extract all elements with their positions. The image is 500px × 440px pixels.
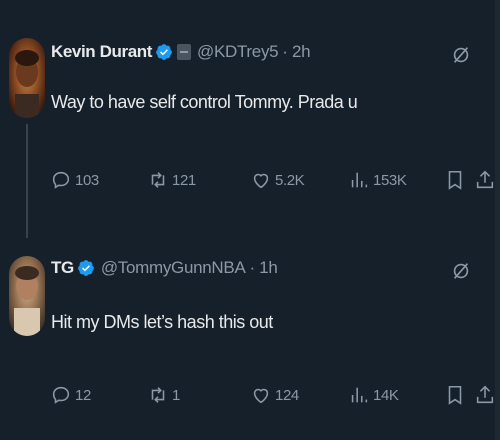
reply-icon bbox=[52, 171, 70, 189]
avatar[interactable] bbox=[9, 38, 45, 118]
like-button[interactable]: 5.2K bbox=[250, 165, 305, 195]
reply-button[interactable]: 103 bbox=[50, 165, 99, 195]
handle[interactable]: @TommyGunnNBA bbox=[101, 258, 246, 278]
like-button[interactable]: 124 bbox=[250, 380, 299, 410]
timestamp[interactable]: 2h bbox=[292, 42, 311, 62]
grok-icon[interactable] bbox=[450, 260, 472, 282]
grok-icon[interactable] bbox=[450, 44, 472, 66]
timeline: Kevin Durant @KDTrey5 · 2h Way to have s… bbox=[0, 0, 500, 440]
tweet-text: Hit my DMs let’s hash this out bbox=[51, 312, 273, 332]
reply-count: 103 bbox=[75, 171, 99, 189]
reply-count: 12 bbox=[75, 386, 91, 404]
bookmark-icon bbox=[448, 385, 462, 405]
reply-button[interactable]: 12 bbox=[50, 380, 91, 410]
share-button[interactable] bbox=[474, 380, 496, 410]
view-count: 153K bbox=[373, 171, 407, 189]
retweet-icon bbox=[151, 172, 165, 188]
retweet-button[interactable]: 1 bbox=[147, 380, 180, 410]
timestamp[interactable]: 1h bbox=[259, 258, 278, 278]
separator: · bbox=[282, 42, 288, 61]
like-count: 124 bbox=[275, 386, 299, 404]
tweet-tg[interactable]: TG @TommyGunnNBA · 1h Hit my DMs let’s h… bbox=[0, 238, 500, 440]
reply-icon bbox=[52, 386, 70, 404]
handle[interactable]: @KDTrey5 bbox=[197, 42, 279, 62]
display-name[interactable]: TG bbox=[51, 258, 74, 278]
views-button[interactable]: 153K bbox=[348, 165, 407, 195]
action-bar: 12 1 124 14K bbox=[50, 380, 496, 410]
heart-icon bbox=[253, 173, 269, 189]
separator: · bbox=[249, 258, 256, 277]
retweet-count: 121 bbox=[172, 171, 196, 189]
like-count: 5.2K bbox=[275, 171, 305, 189]
heart-icon bbox=[253, 388, 269, 404]
views-icon bbox=[351, 172, 368, 188]
action-bar: 103 121 5.2K 153K bbox=[50, 165, 496, 195]
verified-badge-icon bbox=[155, 43, 173, 61]
bookmark-button[interactable] bbox=[444, 380, 466, 410]
affiliate-badge-icon bbox=[177, 44, 191, 60]
tweet-header: Kevin Durant @KDTrey5 · 2h bbox=[51, 42, 311, 62]
tweet-header: TG @TommyGunnNBA · 1h bbox=[51, 258, 278, 278]
retweet-icon bbox=[151, 387, 165, 403]
view-count: 14K bbox=[373, 386, 399, 404]
share-icon bbox=[476, 170, 494, 189]
bookmark-button[interactable] bbox=[444, 165, 466, 195]
verified-badge-icon bbox=[77, 259, 95, 277]
scrollbar[interactable] bbox=[495, 0, 500, 440]
share-icon bbox=[476, 385, 494, 404]
tweet-text: Way to have self control Tommy. Prada u bbox=[51, 92, 358, 112]
tweet-kevin-durant[interactable]: Kevin Durant @KDTrey5 · 2h Way to have s… bbox=[0, 0, 500, 238]
thread-line bbox=[26, 124, 28, 238]
views-button[interactable]: 14K bbox=[348, 380, 399, 410]
share-button[interactable] bbox=[474, 165, 496, 195]
retweet-count: 1 bbox=[172, 386, 180, 404]
bookmark-icon bbox=[448, 170, 462, 190]
display-name[interactable]: Kevin Durant bbox=[51, 42, 152, 62]
views-icon bbox=[351, 387, 368, 403]
retweet-button[interactable]: 121 bbox=[147, 165, 196, 195]
avatar[interactable] bbox=[9, 256, 45, 336]
